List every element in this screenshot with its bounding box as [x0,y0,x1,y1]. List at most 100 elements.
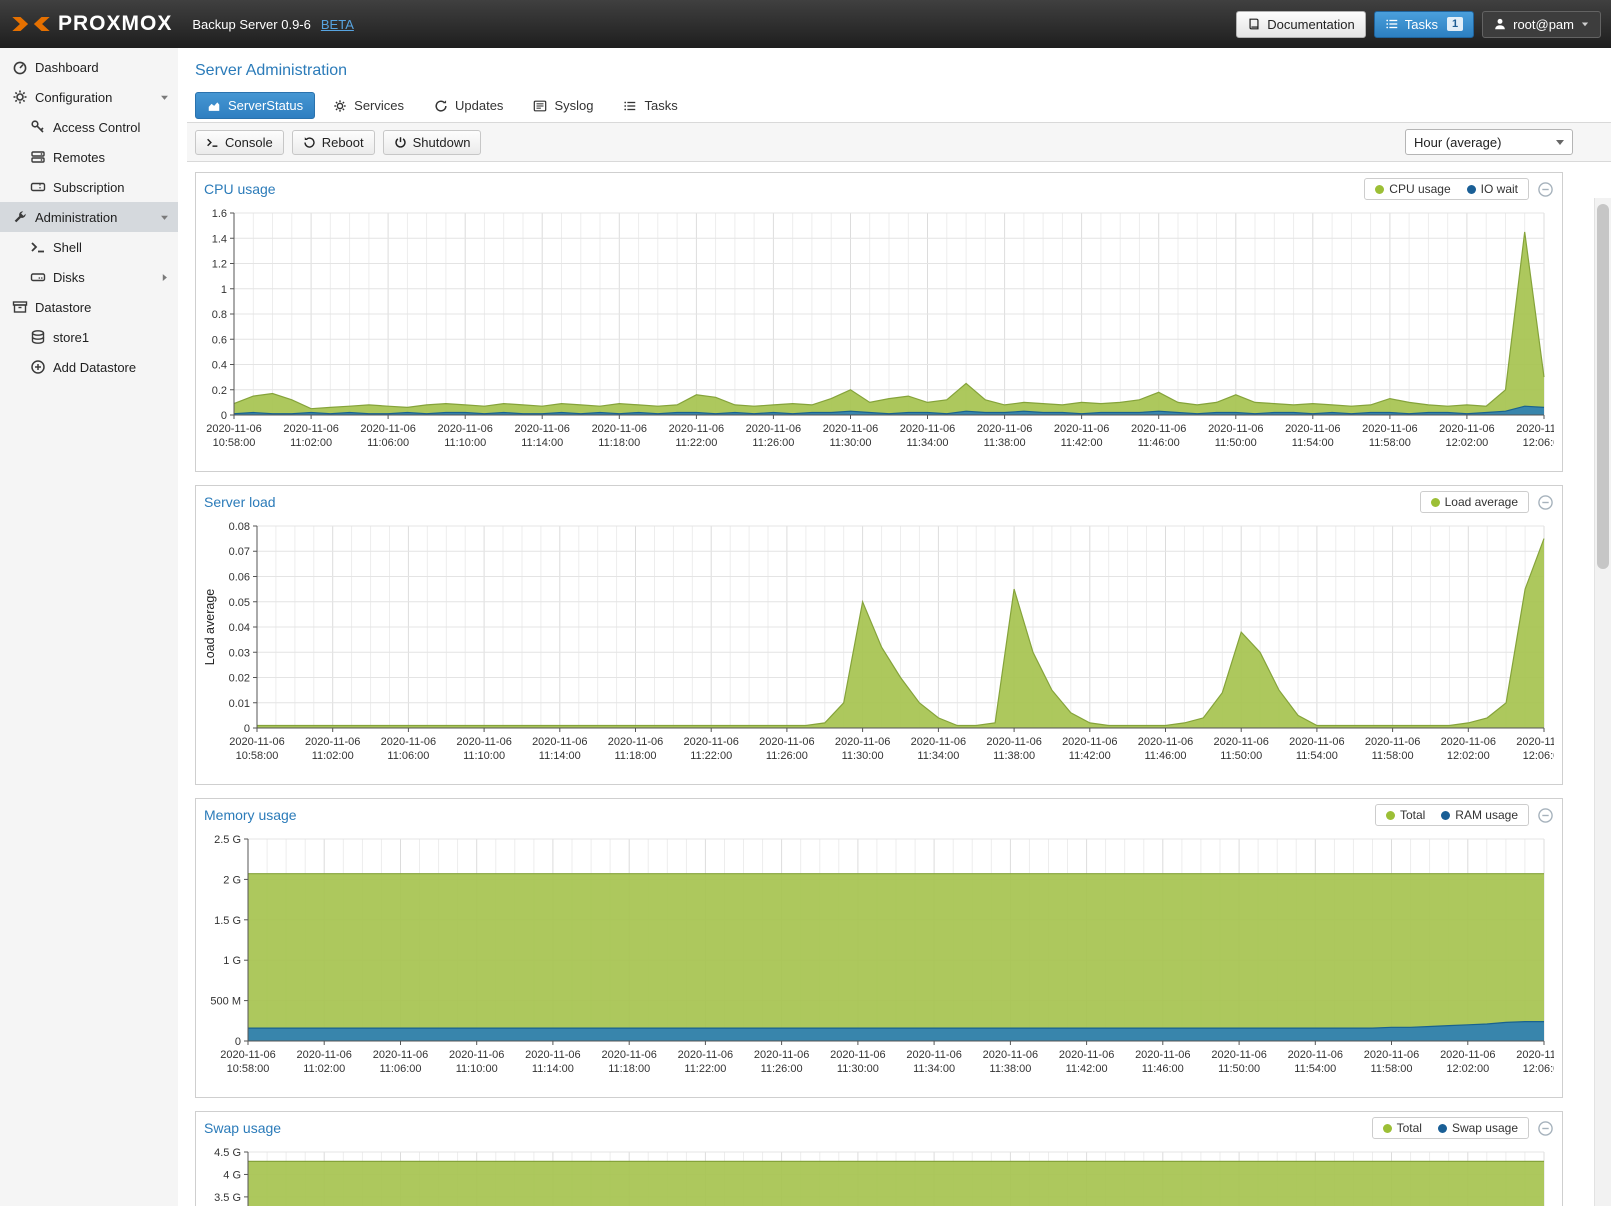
proxmox-logo[interactable]: PROXMOX [10,12,172,36]
header-actions: Documentation Tasks 1 root@pam [1236,11,1601,38]
svg-text:11:58:00: 11:58:00 [1370,1063,1412,1075]
brand-text: PROXMOX [58,12,172,36]
sidebar-splitter[interactable] [178,48,187,1206]
timeframe-select[interactable]: Hour (average) [1405,129,1573,155]
chevron-right-icon[interactable] [159,272,170,283]
sidebar-item-dashboard[interactable]: Dashboard [0,52,178,82]
sidebar-item-label: store1 [53,330,89,345]
sidebar-item-disks[interactable]: Disks [0,262,178,292]
svg-text:2020-11-06: 2020-11-06 [900,423,955,435]
collapse-icon[interactable] [1537,494,1554,511]
svg-text:12:02:00: 12:02:00 [1446,1063,1489,1075]
documentation-button[interactable]: Documentation [1236,11,1365,38]
scrollbar-thumb[interactable] [1597,204,1609,569]
chevron-down-icon[interactable] [159,92,170,103]
legend-item[interactable]: Swap usage [1438,1121,1518,1135]
refresh-icon [434,99,448,113]
tab-syslog[interactable]: Syslog [521,92,605,119]
area-chart-icon [207,99,221,113]
reboot-button[interactable]: Reboot [292,130,375,155]
svg-text:11:38:00: 11:38:00 [989,1063,1031,1075]
main-content: Server Administration ServerStatus Servi… [187,48,1611,1206]
panel-title: Swap usage [204,1120,281,1136]
svg-text:2 G: 2 G [223,874,241,886]
svg-text:4 G: 4 G [223,1169,241,1181]
svg-text:2020-11-06: 2020-11-06 [1362,423,1417,435]
svg-text:2020-11-06: 2020-11-06 [1138,736,1193,748]
tab-tasks[interactable]: Tasks [611,92,689,119]
collapse-icon[interactable] [1537,807,1554,824]
server-load-chart: 00.010.020.030.040.050.060.070.082020-11… [202,518,1554,778]
svg-text:0.02: 0.02 [229,673,250,685]
list-icon [623,99,637,113]
collapse-icon[interactable] [1537,181,1554,198]
sidebar-item-store1[interactable]: store1 [0,322,178,352]
svg-text:1.6: 1.6 [212,208,227,220]
legend-item[interactable]: Total [1383,1121,1422,1135]
sidebar-item-remotes[interactable]: Remotes [0,142,178,172]
list-alt-icon [533,99,547,113]
sidebar-item-configuration[interactable]: Configuration [0,82,178,112]
sidebar-item-access-control[interactable]: Access Control [0,112,178,142]
sidebar-item-add-datastore[interactable]: Add Datastore [0,352,178,382]
svg-text:2020-11-06: 2020-11-06 [1364,1049,1419,1061]
panel-title: Memory usage [204,807,297,823]
svg-text:11:42:00: 11:42:00 [1069,750,1111,762]
svg-text:10:58:00: 10:58:00 [236,750,279,762]
chevron-down-icon [1580,19,1590,29]
svg-text:11:14:00: 11:14:00 [539,750,581,762]
shutdown-button[interactable]: Shutdown [383,130,482,155]
svg-text:11:26:00: 11:26:00 [761,1063,803,1075]
legend-item[interactable]: CPU usage [1375,182,1450,196]
gears-icon [12,89,28,105]
svg-text:11:46:00: 11:46:00 [1144,750,1186,762]
sidebar-item-subscription[interactable]: Subscription [0,172,178,202]
vertical-scrollbar[interactable] [1594,198,1611,1206]
tab-updates[interactable]: Updates [422,92,515,119]
svg-text:3.5 G: 3.5 G [214,1192,241,1204]
legend-dot [1438,1124,1447,1133]
svg-text:2020-11-06: 2020-11-06 [1289,736,1344,748]
legend-item[interactable]: RAM usage [1441,808,1518,822]
svg-text:2020-11-06: 2020-11-06 [1135,1049,1190,1061]
tasks-button[interactable]: Tasks 1 [1374,11,1474,38]
beta-link[interactable]: BETA [321,17,354,32]
sidebar-item-label: Configuration [35,90,112,105]
svg-text:11:34:00: 11:34:00 [917,750,959,762]
page-title: Server Administration [187,48,1611,92]
product-version: Backup Server 0.9-6 [192,17,311,32]
legend-item[interactable]: Total [1386,808,1425,822]
panel-swap-usage: Swap usage TotalSwap usage 0500 M1 G1.5 … [195,1111,1563,1206]
ticket-icon [30,179,46,195]
svg-text:11:14:00: 11:14:00 [532,1063,574,1075]
legend-item[interactable]: IO wait [1467,182,1518,196]
svg-text:11:10:00: 11:10:00 [463,750,505,762]
svg-text:2020-11-06: 2020-11-06 [1441,736,1496,748]
chevron-down-icon[interactable] [159,212,170,223]
svg-text:11:06:00: 11:06:00 [367,437,409,449]
user-menu-button[interactable]: root@pam [1482,11,1601,38]
sidebar-item-label: Remotes [53,150,105,165]
svg-text:11:30:00: 11:30:00 [829,437,871,449]
svg-text:11:38:00: 11:38:00 [984,437,1026,449]
svg-text:0.8: 0.8 [212,309,227,321]
collapse-icon[interactable] [1537,1120,1554,1137]
svg-text:0: 0 [221,410,227,422]
sidebar-item-administration[interactable]: Administration [0,202,178,232]
svg-text:11:02:00: 11:02:00 [303,1063,345,1075]
tasks-icon [1385,17,1399,31]
svg-text:2020-11-06: 2020-11-06 [381,736,436,748]
console-button[interactable]: Console [195,130,284,155]
status-toolbar: Console Reboot Shutdown Hour (average) [187,123,1611,162]
gears-icon [333,99,347,113]
sidebar-item-shell[interactable]: Shell [0,232,178,262]
tab-services[interactable]: Services [321,92,416,119]
svg-text:11:50:00: 11:50:00 [1218,1063,1260,1075]
sidebar-item-label: Subscription [53,180,125,195]
svg-text:2020-11-06: 2020-11-06 [986,736,1041,748]
sidebar-item-datastore[interactable]: Datastore [0,292,178,322]
svg-text:2020-11-06: 2020-11-06 [1211,1049,1266,1061]
gauge-icon [12,59,28,75]
legend-item[interactable]: Load average [1431,495,1518,509]
tab-serverstatus[interactable]: ServerStatus [195,92,315,119]
